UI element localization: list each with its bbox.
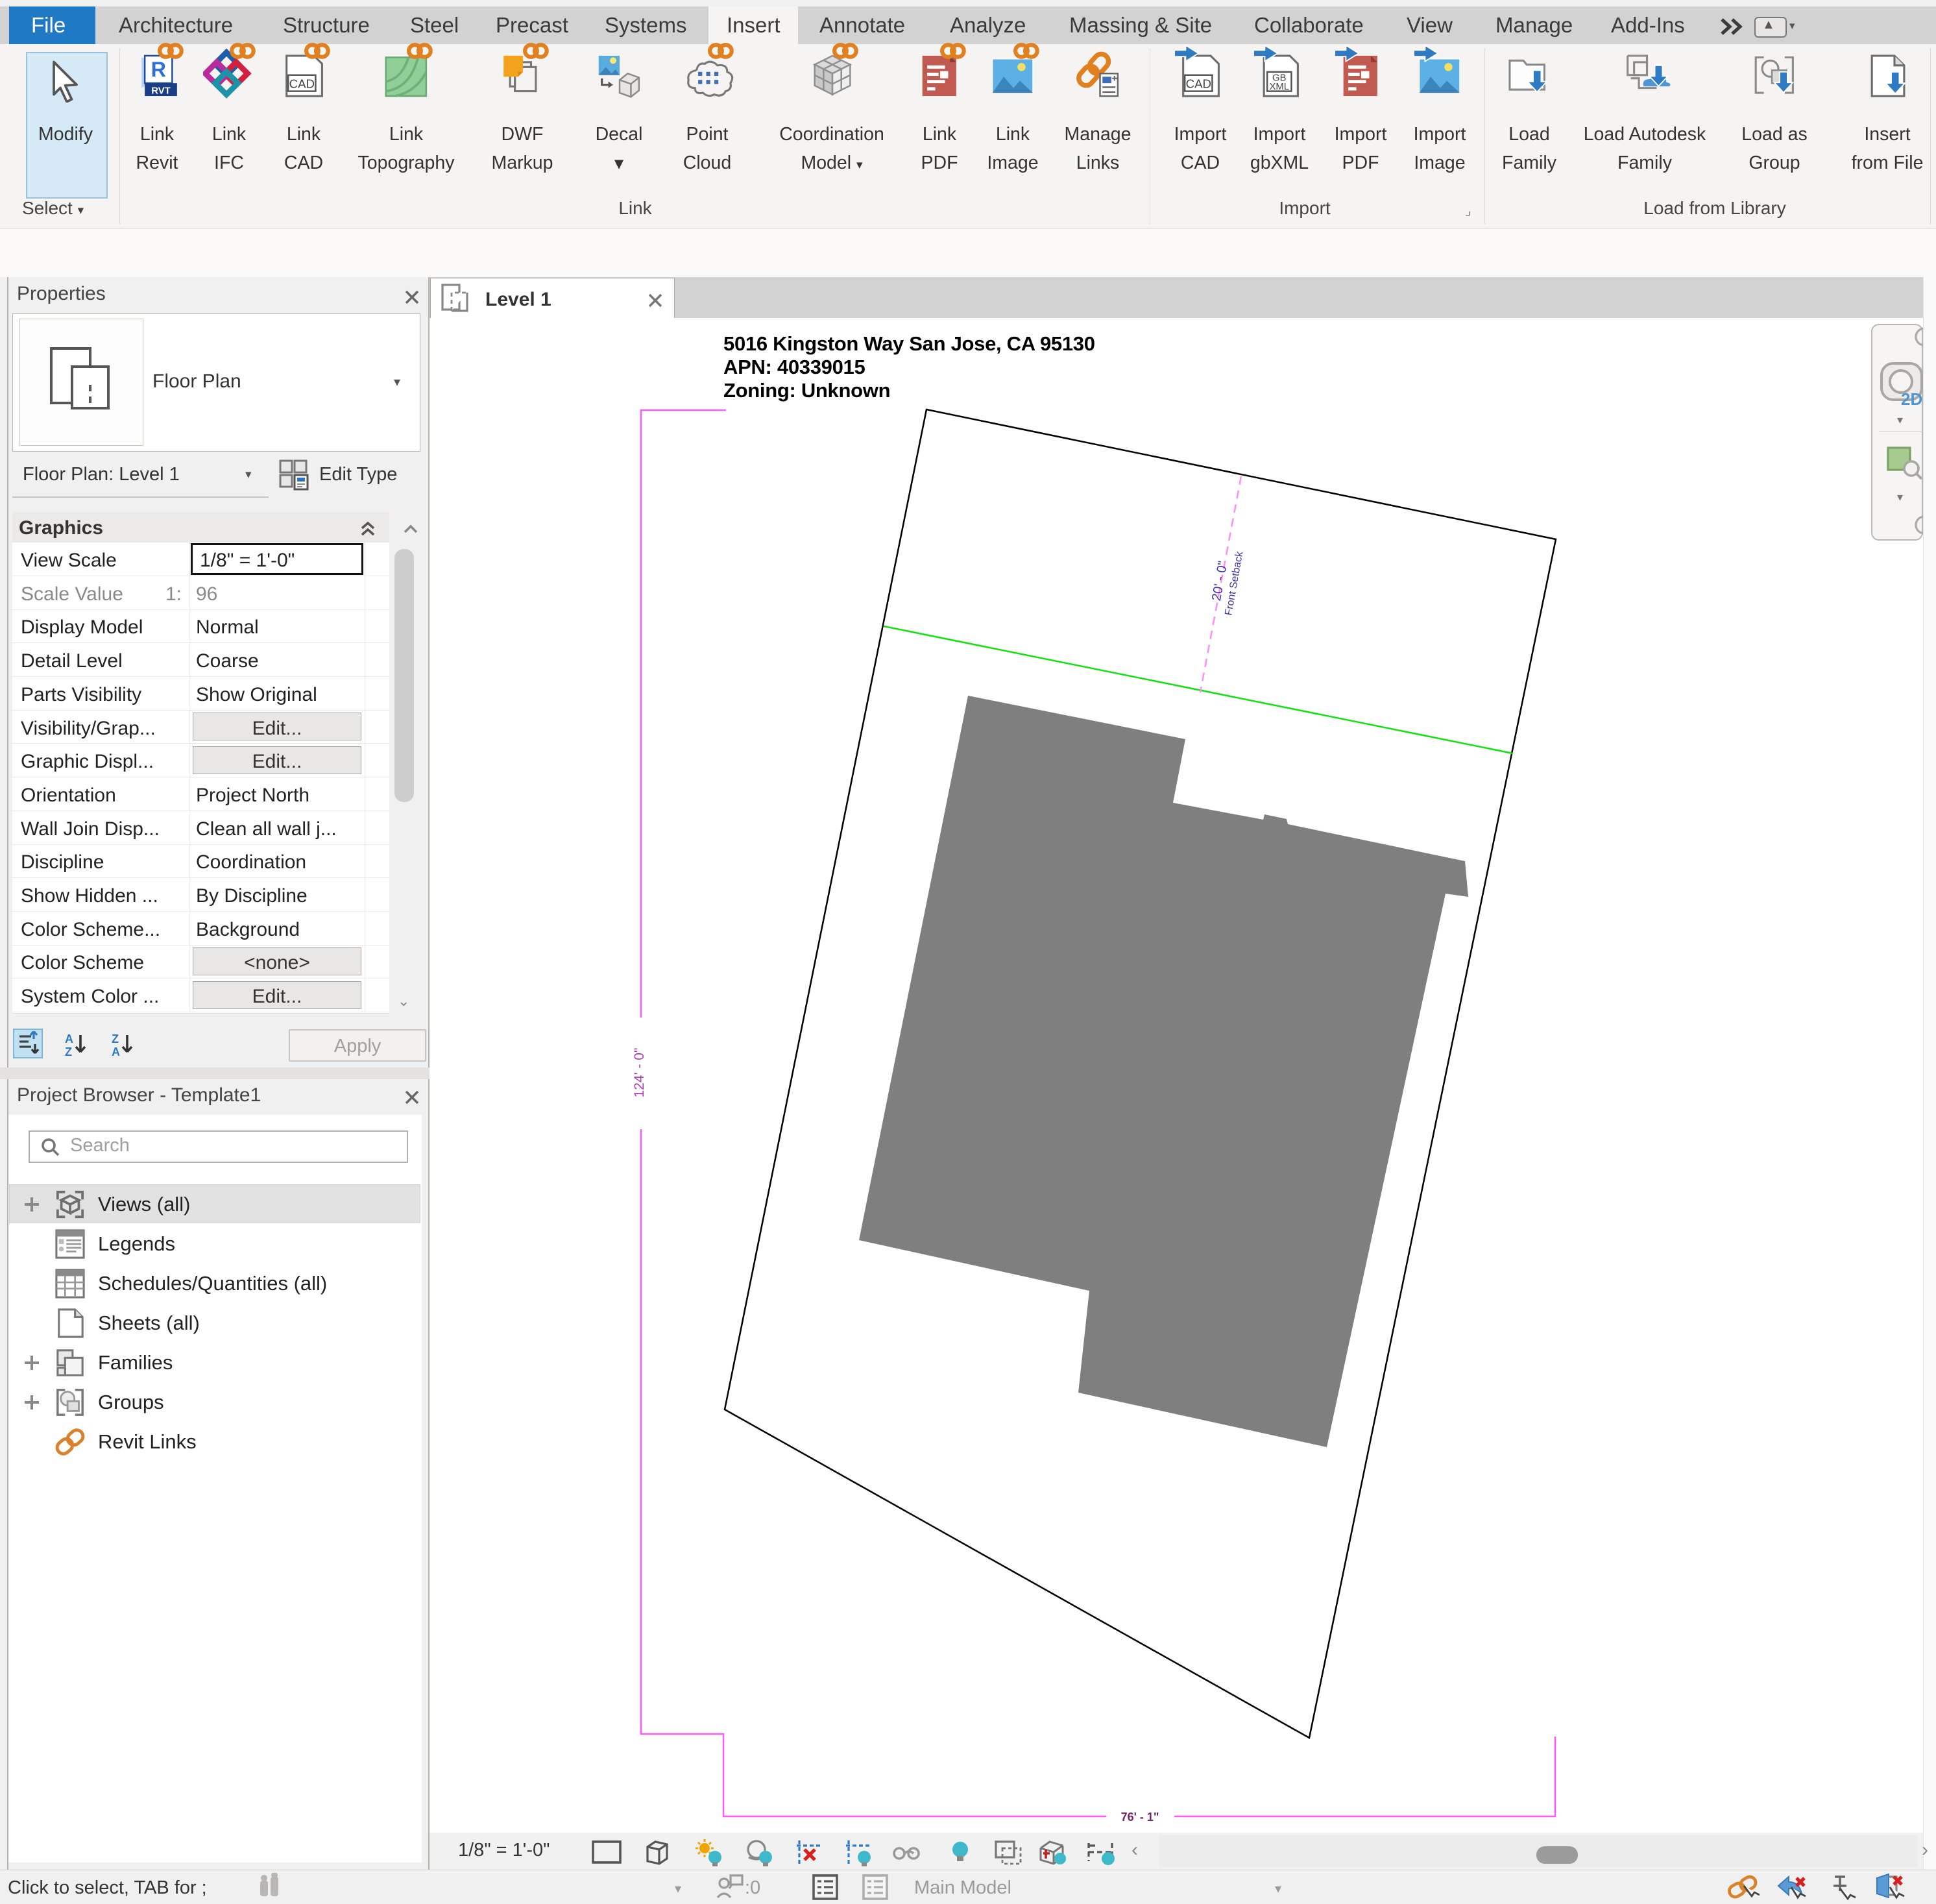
svg-text:APN: 40339015: APN: 40339015 bbox=[723, 356, 865, 378]
svg-text:5016 Kingston Way San Jose, CA: 5016 Kingston Way San Jose, CA 95130 bbox=[723, 332, 1095, 355]
svg-text:Z: Z bbox=[65, 1045, 72, 1057]
svg-text:76' - 1": 76' - 1" bbox=[1121, 1811, 1159, 1824]
svg-text:R: R bbox=[151, 58, 166, 81]
svg-text:Zoning: Unknown: Zoning: Unknown bbox=[723, 379, 890, 402]
svg-text:Z: Z bbox=[112, 1032, 119, 1045]
svg-text:A: A bbox=[112, 1045, 120, 1057]
svg-text:CAD: CAD bbox=[1186, 77, 1211, 91]
svg-text:RVT: RVT bbox=[151, 86, 171, 96]
svg-text:XML: XML bbox=[1269, 82, 1289, 92]
svg-text:A: A bbox=[65, 1032, 73, 1045]
svg-text:2D: 2D bbox=[1901, 389, 1922, 408]
svg-text:124' - 0": 124' - 0" bbox=[632, 1048, 647, 1098]
svg-text:CAD: CAD bbox=[289, 77, 315, 91]
